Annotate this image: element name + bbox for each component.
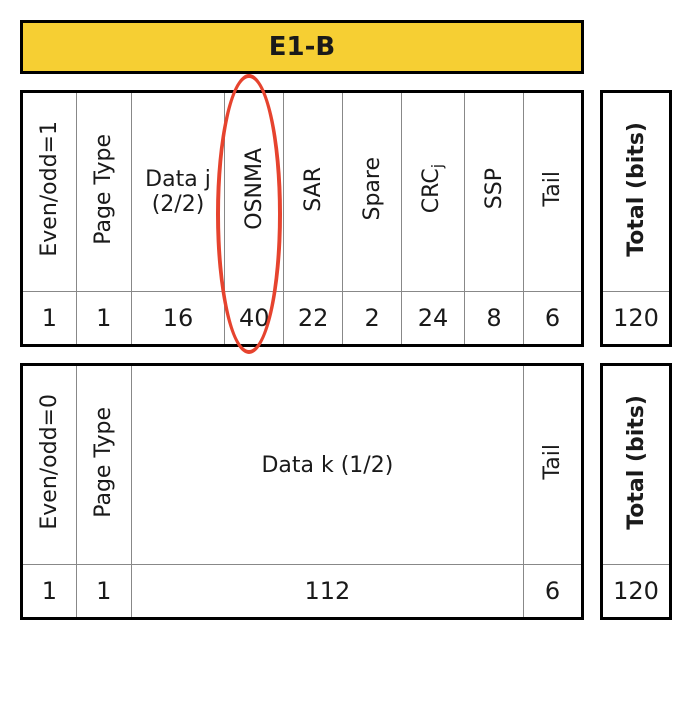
bits-spare: 2 <box>343 292 402 346</box>
bits-osnma: 40 <box>225 292 284 346</box>
row1-values: 1 1 16 40 22 2 24 8 6 <box>22 292 583 346</box>
bits-pagetype2: 1 <box>76 565 131 619</box>
row-2: Even/odd=0 Page Type Data k (1/2) Tail 1… <box>20 363 672 620</box>
field-osnma: OSNMA <box>225 92 284 292</box>
field-pagetype1: Page Type <box>76 92 131 292</box>
field-dataj: Data j (2/2) <box>131 92 225 292</box>
bits-ssp: 8 <box>465 292 524 346</box>
row1-labels: Even/odd=1 Page Type Data j (2/2) OSNMA … <box>22 92 583 292</box>
field-tail2: Tail <box>524 365 583 565</box>
row1-total-table: Total (bits) 120 <box>600 90 672 347</box>
row2-total-bits: 120 <box>602 565 671 619</box>
row2-values: 1 1 112 6 <box>22 565 583 619</box>
field-evenodd1: Even/odd=1 <box>22 92 77 292</box>
row1-total-bits: 120 <box>602 292 671 346</box>
field-tail1: Tail <box>524 92 583 292</box>
bits-tail2: 6 <box>524 565 583 619</box>
field-pagetype2: Page Type <box>76 365 131 565</box>
field-ssp: SSP <box>465 92 524 292</box>
row2-total-table: Total (bits) 120 <box>600 363 672 620</box>
bits-tail1: 6 <box>524 292 583 346</box>
bits-evenodd0: 1 <box>22 565 77 619</box>
bits-pagetype1: 1 <box>76 292 131 346</box>
field-datak: Data k (1/2) <box>131 365 523 565</box>
diagram-wrap: E1-B Even/odd=1 Page Type Data j (2/2) O… <box>20 20 672 620</box>
header-bar: E1-B <box>20 20 584 74</box>
row1-total-label: Total (bits) <box>602 92 671 292</box>
field-spare: Spare <box>343 92 402 292</box>
row1-table: Even/odd=1 Page Type Data j (2/2) OSNMA … <box>20 90 584 347</box>
bits-crcj: 24 <box>402 292 465 346</box>
row2-total-label: Total (bits) <box>602 365 671 565</box>
bits-evenodd1: 1 <box>22 292 77 346</box>
field-sar: SAR <box>284 92 343 292</box>
row2-labels: Even/odd=0 Page Type Data k (1/2) Tail <box>22 365 583 565</box>
row2-table: Even/odd=0 Page Type Data k (1/2) Tail 1… <box>20 363 584 620</box>
bits-sar: 22 <box>284 292 343 346</box>
bits-dataj: 16 <box>131 292 225 346</box>
field-evenodd0: Even/odd=0 <box>22 365 77 565</box>
field-crcj: CRCj <box>402 92 465 292</box>
header-title: E1-B <box>269 32 335 62</box>
bits-datak: 112 <box>131 565 523 619</box>
row-1: Even/odd=1 Page Type Data j (2/2) OSNMA … <box>20 90 672 347</box>
